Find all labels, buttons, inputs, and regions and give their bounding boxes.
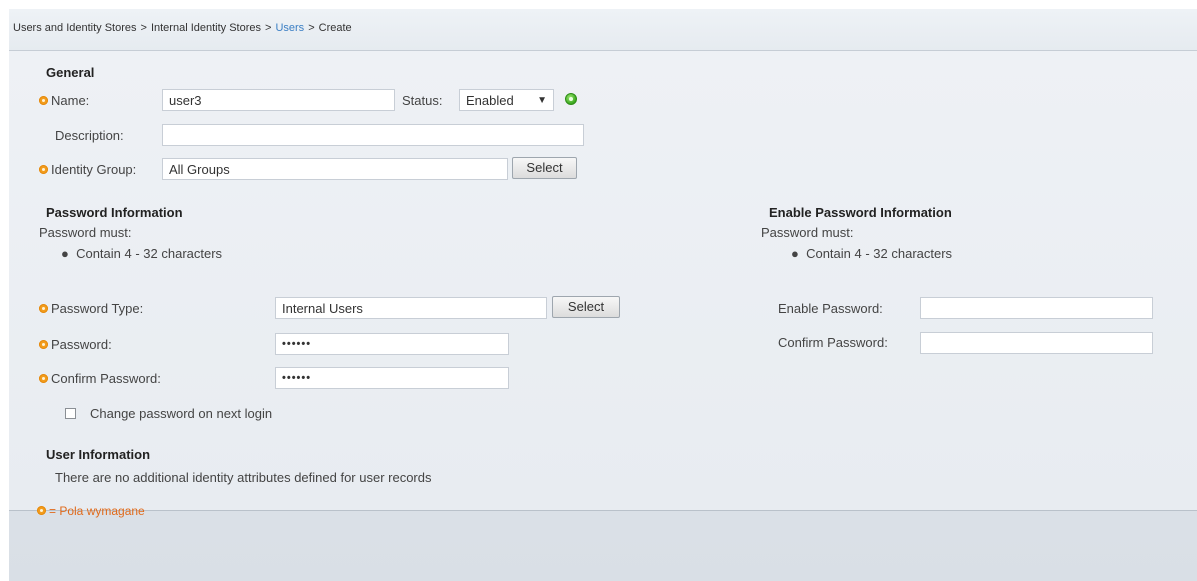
password-info-heading: Password Information bbox=[46, 205, 183, 220]
breadcrumb-bar: Users and Identity Stores > Internal Ident… bbox=[9, 9, 1197, 51]
chevron-down-icon: ▼ bbox=[537, 95, 547, 106]
required-field-icon bbox=[39, 374, 48, 383]
identity-group-label-text: Identity Group: bbox=[51, 162, 137, 177]
identity-group-select-button[interactable]: Select bbox=[512, 157, 577, 179]
page-frame: Users and Identity Stores > Internal Ident… bbox=[9, 9, 1197, 581]
identity-group-input[interactable]: All Groups bbox=[162, 158, 508, 180]
breadcrumb-internal-identity-stores[interactable]: Internal Identity Stores bbox=[151, 22, 261, 34]
enable-password-input[interactable] bbox=[920, 297, 1153, 319]
name-label: Name: bbox=[39, 93, 89, 108]
enable-confirm-password-label: Confirm Password: bbox=[778, 335, 888, 350]
enable-password-must-label: Password must: bbox=[761, 225, 854, 240]
password-rule-text: Contain 4 - 32 characters bbox=[76, 246, 223, 261]
confirm-password-input[interactable]: •••••• bbox=[275, 367, 509, 389]
identity-group-label: Identity Group: bbox=[39, 162, 136, 177]
name-input[interactable]: user3 bbox=[162, 89, 395, 111]
status-select[interactable]: Enabled ▼ bbox=[459, 89, 554, 111]
password-type-label-text: Password Type: bbox=[51, 301, 144, 316]
required-field-icon bbox=[37, 506, 46, 515]
change-password-label: Change password on next login bbox=[90, 406, 273, 421]
password-label: Password: bbox=[39, 337, 112, 352]
description-label: Description: bbox=[55, 128, 124, 143]
password-type-select-button[interactable]: Select bbox=[552, 296, 620, 318]
breadcrumb: Users and Identity Stores > Internal Ident… bbox=[13, 22, 352, 34]
user-info-heading: User Information bbox=[46, 447, 151, 462]
bullet-icon: ● bbox=[791, 246, 807, 261]
required-legend: = Pola wymagane bbox=[37, 504, 145, 518]
breadcrumb-users-identity-stores[interactable]: Users and Identity Stores bbox=[13, 22, 137, 34]
required-field-icon bbox=[39, 165, 48, 174]
breadcrumb-users-link[interactable]: Users bbox=[275, 22, 304, 34]
breadcrumb-separator: > bbox=[140, 22, 147, 34]
enable-password-rule-item: ● Contain 4 - 32 characters bbox=[791, 246, 952, 261]
create-user-form: General Name: user3 Status: Enabled ▼ De… bbox=[9, 51, 1197, 518]
confirm-password-label: Confirm Password: bbox=[39, 371, 161, 386]
status-label: Status: bbox=[402, 93, 443, 108]
breadcrumb-separator: > bbox=[265, 22, 272, 34]
password-rule-item: ● Contain 4 - 32 characters bbox=[61, 246, 222, 261]
required-field-icon bbox=[39, 96, 48, 105]
bullet-icon: ● bbox=[61, 246, 77, 261]
user-info-text: There are no additional identity attribu… bbox=[55, 470, 432, 485]
enable-password-info-heading: Enable Password Information bbox=[769, 205, 952, 220]
confirm-password-label-text: Confirm Password: bbox=[51, 371, 161, 386]
status-enabled-icon bbox=[565, 93, 577, 105]
status-select-value: Enabled bbox=[466, 93, 514, 108]
password-type-input[interactable]: Internal Users bbox=[275, 297, 547, 319]
password-label-text: Password: bbox=[51, 337, 112, 352]
required-field-icon bbox=[39, 304, 48, 313]
description-input[interactable] bbox=[162, 124, 584, 146]
enable-password-rule-text: Contain 4 - 32 characters bbox=[806, 246, 953, 261]
password-type-label: Password Type: bbox=[39, 301, 143, 316]
change-password-checkbox[interactable] bbox=[65, 408, 76, 419]
enable-confirm-password-input[interactable] bbox=[920, 332, 1153, 354]
name-label-text: Name: bbox=[51, 93, 90, 108]
required-legend-text: = Pola wymagane bbox=[49, 504, 145, 518]
password-must-label: Password must: bbox=[39, 225, 132, 240]
breadcrumb-separator: > bbox=[308, 22, 315, 34]
general-heading: General bbox=[46, 65, 95, 80]
password-input[interactable]: •••••• bbox=[275, 333, 509, 355]
required-field-icon bbox=[39, 340, 48, 349]
breadcrumb-current-create: Create bbox=[318, 22, 352, 34]
enable-password-label: Enable Password: bbox=[778, 301, 883, 316]
